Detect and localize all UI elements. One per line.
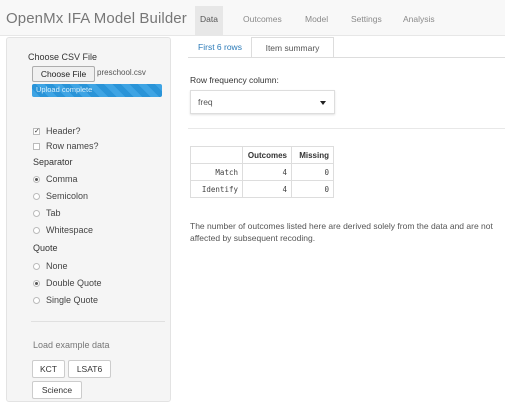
row-frequency-value: freq (198, 97, 213, 107)
table-cell-missing: 0 (291, 180, 334, 198)
quote-label: Quote (33, 243, 58, 253)
quote-option-single[interactable]: Single Quote (33, 295, 98, 305)
row-frequency-label: Row frequency column: (190, 75, 279, 85)
choose-file-button[interactable]: Choose File (32, 66, 95, 82)
sidebar-divider (31, 321, 165, 322)
table-cell-outcomes: 4 (242, 180, 292, 198)
separator-option-comma[interactable]: Comma (33, 174, 78, 184)
quote-option-double[interactable]: Double Quote (33, 278, 102, 288)
example-kct-button[interactable]: KCT (32, 360, 65, 378)
quote-option-label: Single Quote (46, 295, 99, 305)
file-name-text: preschool.csv (97, 68, 146, 77)
separator-option-label: Whitespace (46, 225, 94, 235)
table-cell-outcomes: 4 (242, 163, 292, 181)
tab-item-summary[interactable]: Item summary (251, 37, 334, 58)
table-header-cell (190, 146, 243, 164)
radio-icon (33, 192, 40, 200)
header-checkbox[interactable]: ✓ Header? (33, 126, 81, 136)
quote-option-label: Double Quote (46, 278, 102, 288)
radio-icon (33, 262, 40, 270)
rownames-check-icon (33, 142, 40, 150)
table-cell-missing: 0 (291, 163, 334, 181)
separator-option-whitespace[interactable]: Whitespace (33, 225, 93, 235)
chevron-down-icon (320, 101, 326, 105)
outcomes-note: The number of outcomes listed here are d… (190, 221, 493, 243)
table-cell-item: Identify (190, 180, 243, 198)
table-header-cell: Missing (291, 146, 334, 164)
header-check-icon: ✓ (33, 127, 40, 135)
example-lsat6-button[interactable]: LSAT6 (68, 360, 111, 378)
separator-option-label: Semicolon (46, 191, 89, 201)
separator-option-label: Comma (46, 174, 78, 184)
table-header-cell: Outcomes (242, 146, 292, 164)
table-cell-item: Match (190, 163, 243, 181)
separator-option-label: Tab (46, 208, 61, 218)
sidebar-content: Choose CSV File Choose File preschool.cs… (0, 0, 505, 405)
quote-option-label: None (46, 261, 68, 271)
table-header-row: Outcomes Missing (190, 146, 334, 164)
radio-icon (33, 226, 40, 234)
radio-icon (33, 175, 40, 183)
table-row: Match 4 0 (190, 163, 334, 181)
item-summary-table: Outcomes Missing Match 4 0 Identify 4 0 (190, 146, 334, 198)
table-row: Identify 4 0 (190, 180, 334, 198)
header-checkbox-label: Header? (46, 126, 81, 136)
rownames-checkbox-label: Row names? (46, 141, 99, 151)
radio-icon (33, 296, 40, 304)
csv-file-label: Choose CSV File (28, 52, 98, 62)
tab-underline (188, 57, 505, 58)
row-frequency-select[interactable]: freq (190, 90, 335, 114)
rownames-checkbox[interactable]: Row names? (33, 141, 99, 151)
radio-icon (33, 279, 40, 287)
tab-first-6-rows[interactable]: First 6 rows (190, 37, 250, 58)
section-divider (188, 128, 505, 129)
separator-label: Separator (33, 157, 73, 167)
example-data-label: Load example data (33, 340, 110, 350)
upload-progress-bar: Upload complete (32, 84, 162, 97)
separator-option-semicolon[interactable]: Semicolon (33, 191, 88, 201)
radio-icon (33, 209, 40, 217)
quote-option-none[interactable]: None (33, 261, 68, 271)
example-science-button[interactable]: Science (32, 381, 82, 399)
upload-status-text: Upload complete (36, 85, 93, 94)
separator-option-tab[interactable]: Tab (33, 208, 61, 218)
